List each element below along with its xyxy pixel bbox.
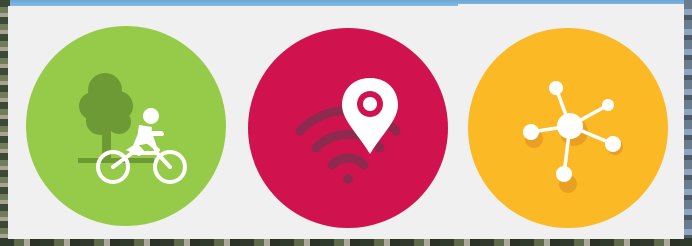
network-tile[interactable] [468, 28, 668, 228]
cyclist-tree-icon [26, 26, 226, 226]
background-edge-right [684, 0, 692, 246]
panel-top-edge [458, 4, 684, 8]
location-tile[interactable] [248, 28, 448, 228]
wifi-location-pin-icon [248, 28, 448, 228]
background-edge-bottom [0, 238, 692, 246]
network-nodes-icon [468, 28, 668, 228]
icon-panel [8, 4, 684, 239]
cycling-tile[interactable] [26, 26, 226, 226]
